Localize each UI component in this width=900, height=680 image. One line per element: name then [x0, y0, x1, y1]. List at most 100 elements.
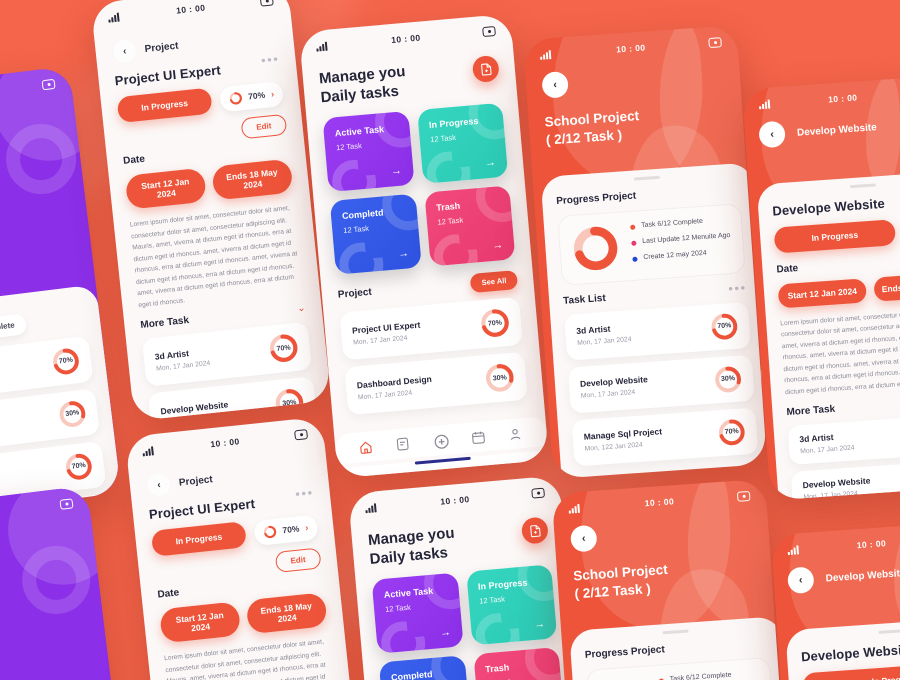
task-date: Mon, 17 Jan 2024: [800, 444, 855, 456]
task-row[interactable]: Dashboard Design Mon, 17 Jan 2024 30%: [344, 351, 528, 416]
chevron-left-icon[interactable]: ‹: [146, 472, 172, 497]
card-subtitle: 12 Task: [437, 215, 464, 227]
date-start-pill[interactable]: Start 12 Jan 2024: [159, 601, 242, 644]
section-label-project: Project: [337, 286, 373, 301]
arrow-right-icon[interactable]: →: [485, 156, 497, 169]
task-row[interactable]: 3d Artist Mon, 17 Jan 2024 70%: [564, 301, 751, 361]
card-deco-c: [432, 232, 480, 266]
phone-school-project-top: 10 : 00 ‹ School Project ( 2/12 Task ) P…: [522, 25, 768, 479]
card-deco-c: [474, 611, 522, 645]
more-dots-icon[interactable]: •••: [728, 280, 747, 296]
task-row-text: 3d Artist Mon, 17 Jan 2024: [799, 431, 855, 456]
arrow-right-icon[interactable]: →: [439, 626, 451, 639]
more-dots-icon[interactable]: •••: [295, 485, 315, 502]
progress-chip[interactable]: 70% ›: [219, 80, 285, 112]
task-row[interactable]: 3d Artist Mon, 17 Jan 2024 70%: [141, 321, 313, 387]
home-icon[interactable]: [357, 439, 374, 456]
notes-icon[interactable]: [395, 436, 412, 453]
task-row-text: Project UI Expert Mon, 17 Jan 2024: [352, 319, 422, 346]
phone-purple-tasks-top: 10 : 00 asks In Progress Complete 70%sit…: [0, 65, 122, 521]
task-category-card[interactable]: Completd 12 Task →: [329, 193, 422, 275]
task-title: Manage Sql Project: [583, 426, 663, 443]
status-pill[interactable]: In Progress: [773, 218, 897, 254]
chevron-down-icon[interactable]: ⌄: [297, 303, 306, 315]
status-pill[interactable]: In Progress: [150, 521, 247, 557]
date-start-pill[interactable]: Start 12 Jan 2024: [777, 277, 867, 308]
chevron-left-icon[interactable]: ‹: [569, 524, 598, 553]
more-task-label: More Task: [139, 315, 190, 332]
chevron-left-icon[interactable]: ‹: [786, 566, 815, 595]
card-subtitle: 12 Task: [384, 602, 412, 614]
task-date: Mon, 17 Jan 2024: [352, 334, 408, 347]
date-start-pill[interactable]: Start 12 Jan 2024: [124, 167, 207, 210]
task-row[interactable]: Project UI Expert Mon, 17 Jan 2024 70%: [339, 296, 523, 361]
battery-icon: [41, 78, 56, 91]
battery-icon: [59, 498, 74, 510]
document-add-button[interactable]: [520, 516, 549, 545]
arrow-right-icon[interactable]: →: [492, 239, 504, 252]
task-row[interactable]: 3d Artist Mon, 17 Jan 2024: [787, 413, 900, 466]
card-subtitle: 12 Task: [335, 141, 363, 153]
more-task-label: More Task: [786, 403, 836, 419]
phone-develop-website-bottom: 10 : 00 ‹ Develop Website Develope Websi…: [770, 521, 900, 680]
document-add-button[interactable]: [471, 54, 500, 84]
date-end-pill[interactable]: Ends 18 May 2024: [245, 592, 328, 635]
task-row-text: 3d Artist Mon, 17 Jan 2024: [576, 323, 632, 347]
task-row[interactable]: Manage Sql Project Mon, 122 Jan 2024 70%: [571, 407, 759, 467]
task-progress-ring: 70%: [63, 451, 94, 482]
task-title: Develop Website: [802, 475, 871, 491]
task-date: Mon, 17 Jan 2024: [357, 389, 413, 401]
phone-project-detail-bottom: 10 : 00 ‹ Project Project UI Expert ••• …: [124, 416, 354, 680]
task-progress-ring: 30%: [57, 398, 88, 429]
task-row[interactable]: Develop Website Mon, 17 Jan 2024 30%: [567, 354, 755, 414]
nav-title: Develop Website: [796, 121, 878, 139]
plus-circle-icon[interactable]: [432, 433, 449, 450]
task-title: 3d Artist: [576, 324, 611, 337]
task-category-card[interactable]: Active Task 12 Task →: [322, 110, 415, 193]
arrow-right-icon[interactable]: →: [398, 247, 410, 260]
edit-button[interactable]: Edit: [274, 547, 322, 574]
status-pill[interactable]: In Progress: [116, 87, 213, 124]
profile-icon[interactable]: [507, 426, 524, 443]
calendar-icon[interactable]: [470, 429, 487, 446]
progress-chip[interactable]: 70% ›: [253, 514, 319, 546]
progress-value: 70%: [247, 89, 266, 102]
card-deco-c: [424, 150, 472, 184]
more-dots-icon[interactable]: •••: [260, 51, 280, 68]
description-text: Lorem ipsum dolor sit amet, consectetur …: [780, 309, 900, 396]
task-category-card[interactable]: Trash 12 Task →: [472, 646, 565, 680]
chevron-left-icon[interactable]: ‹: [541, 70, 569, 99]
status-pill[interactable]: In Progress: [802, 660, 900, 680]
task-date: Mon, 122 Jan 2024: [584, 442, 643, 454]
task-category-card[interactable]: Trash 12 Task →: [423, 185, 516, 267]
page-title: Develope Website: [800, 641, 900, 664]
task-progress-ring: 70%: [709, 312, 739, 342]
task-category-card[interactable]: In Progress 12 Task →: [465, 564, 558, 646]
progress-ring-icon: [229, 91, 242, 104]
card-deco-c: [330, 158, 378, 192]
legend-item: Create 12 may 2024: [632, 247, 732, 264]
card-subtitle: 12 Task: [342, 223, 370, 235]
chevron-left-icon[interactable]: ‹: [758, 120, 786, 149]
card-subtitle: 12 Task: [486, 674, 550, 680]
card-deco-ring: [428, 655, 471, 680]
task-date: Mon, 17 Jan 2024: [155, 359, 211, 373]
chevron-right-icon[interactable]: ›: [305, 523, 309, 533]
task-category-card[interactable]: In Progress 12 Task →: [416, 102, 509, 184]
legend-item: Last Update 12 Menuite Ago: [631, 231, 731, 248]
chevron-left-icon[interactable]: ‹: [112, 39, 137, 64]
arrow-right-icon[interactable]: →: [390, 165, 402, 178]
more-task-list: 3d Artist Mon, 17 Jan 2024 70% Develop Web…: [141, 321, 318, 422]
task-title: Project UI Expert: [351, 319, 421, 336]
task-progress-ring: 30%: [484, 362, 517, 395]
legend-dot: [631, 240, 637, 246]
chevron-right-icon[interactable]: ›: [271, 89, 275, 99]
task-progress-value: 30%: [282, 398, 297, 408]
arrow-right-icon[interactable]: →: [534, 618, 546, 631]
task-category-card[interactable]: Active Task 12 Task →: [371, 572, 464, 654]
edit-button[interactable]: Edit: [240, 113, 288, 140]
task-row[interactable]: Develop Website Mon, 17 Jan 2024: [790, 459, 900, 501]
date-end-pill[interactable]: Ends 18 May 2024: [211, 158, 294, 201]
date-end-pill[interactable]: Ends 18 May 2024: [873, 271, 900, 302]
task-category-card[interactable]: Completd 12 Task →: [378, 655, 471, 680]
